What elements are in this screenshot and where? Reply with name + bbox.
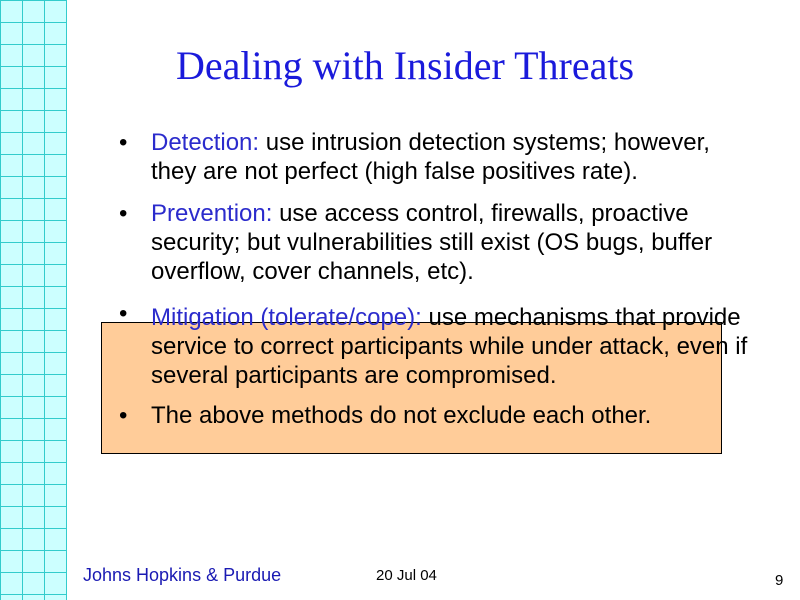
bullet-summary: • The above methods do not exclude each … [115, 401, 755, 430]
decorative-grid-strip [0, 0, 67, 600]
bullet-text: The above methods do not exclude each ot… [151, 402, 652, 429]
bullet-prevention: • Prevention: use access control, firewa… [115, 199, 755, 286]
footer-date: 20 Jul 04 [376, 567, 437, 584]
page-number: 9 [775, 572, 784, 589]
bullet-lead-term: Mitigation (tolerate/cope): [151, 304, 422, 331]
bullet-dot: • [119, 300, 128, 327]
bullet-mitigation: • Mitigation (tolerate/cope): use mechan… [115, 299, 755, 390]
slide-title: Dealing with Insider Threats [175, 43, 635, 88]
bullet-lead-term: Detection: [151, 129, 260, 156]
bullet-dot: • [119, 129, 128, 156]
bullet-list: • Detection: use intrusion detection sys… [115, 128, 755, 430]
bullet-lead-term: Prevention: [151, 200, 273, 227]
bullet-dot: • [119, 200, 128, 227]
footer-organization: Johns Hopkins & Purdue [83, 565, 282, 585]
bullet-dot: • [119, 402, 128, 429]
bullet-detection: • Detection: use intrusion detection sys… [115, 128, 755, 186]
